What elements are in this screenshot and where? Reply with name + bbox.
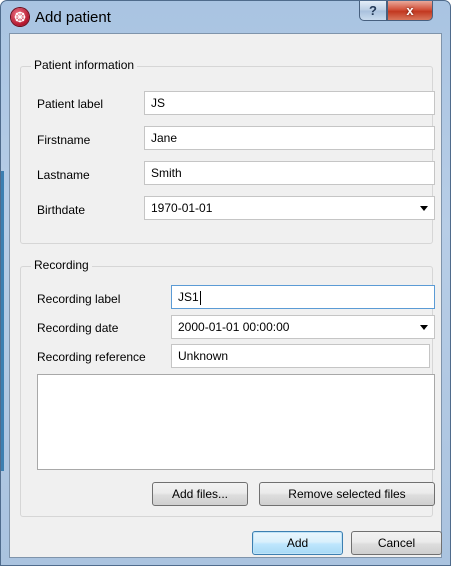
- recording-reference-label: Recording reference: [37, 350, 146, 364]
- add-files-button[interactable]: Add files...: [152, 482, 248, 506]
- patient-label-field[interactable]: JS: [144, 91, 435, 115]
- recording-label-field[interactable]: JS1: [171, 285, 435, 309]
- help-button[interactable]: ?: [359, 1, 387, 21]
- recording-title: Recording: [31, 258, 92, 272]
- lastname-field[interactable]: Smith: [144, 161, 435, 185]
- close-button[interactable]: x: [387, 1, 433, 21]
- chevron-down-icon[interactable]: [420, 325, 428, 330]
- recording-date-value: 2000-01-01 00:00:00: [178, 320, 290, 334]
- firstname-label: Firstname: [37, 133, 91, 147]
- window-title: Add patient: [35, 9, 111, 26]
- dialog-window: Add patient ? x Patient information Pati…: [0, 0, 451, 566]
- window-edge-accent: [1, 171, 4, 471]
- recording-reference-field[interactable]: Unknown: [171, 344, 430, 368]
- recording-date-select[interactable]: 2000-01-01 00:00:00: [171, 315, 435, 339]
- dialog-body: Patient information Patient label JS Fir…: [9, 33, 442, 558]
- recording-files-list[interactable]: [37, 374, 435, 470]
- app-logo-icon: [11, 8, 29, 26]
- remove-selected-files-button[interactable]: Remove selected files: [259, 482, 435, 506]
- birthdate-select[interactable]: 1970-01-01: [144, 196, 435, 220]
- patient-information-title: Patient information: [31, 58, 138, 72]
- firstname-field[interactable]: Jane: [144, 126, 435, 150]
- title-bar[interactable]: Add patient ? x: [1, 1, 450, 33]
- text-caret: [199, 290, 201, 305]
- chevron-down-icon[interactable]: [420, 206, 428, 211]
- birthdate-label: Birthdate: [37, 203, 86, 217]
- cancel-button[interactable]: Cancel: [351, 531, 442, 555]
- birthdate-value: 1970-01-01: [151, 201, 213, 215]
- lastname-label: Lastname: [37, 168, 90, 182]
- patient-label-label: Patient label: [37, 97, 104, 111]
- add-button[interactable]: Add: [252, 531, 343, 555]
- recording-label-value: JS1: [178, 290, 199, 304]
- recording-label-label: Recording label: [37, 292, 121, 306]
- recording-date-label: Recording date: [37, 321, 119, 335]
